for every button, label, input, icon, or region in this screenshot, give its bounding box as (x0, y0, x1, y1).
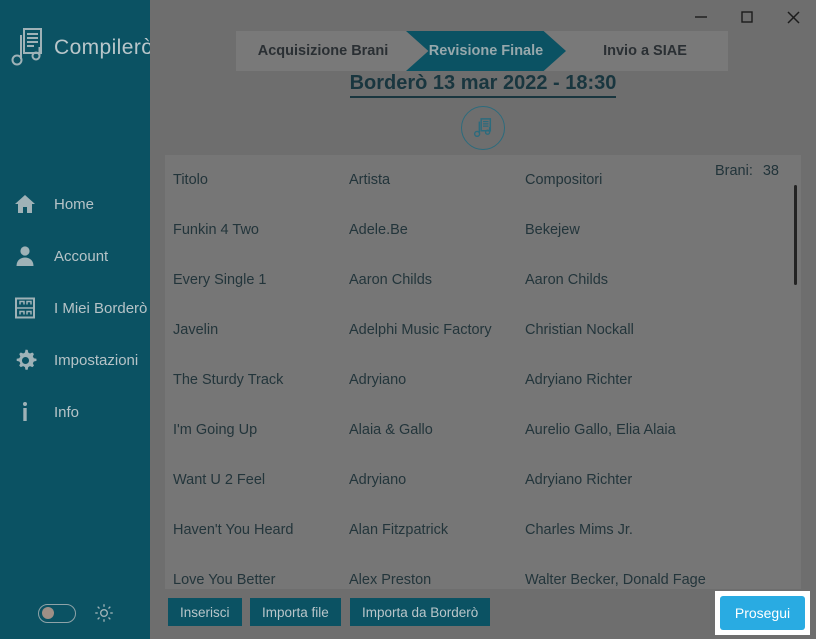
cell-compositori: Christian Nockall (525, 322, 634, 338)
info-icon (12, 399, 38, 425)
songs-table-panel: Titolo Artista Compositori Brani: 38 Fun… (165, 155, 801, 589)
sidebar-item-info[interactable]: Info (0, 386, 150, 438)
table-row[interactable]: The Sturdy Track Adryiano Adryiano Richt… (165, 355, 801, 405)
cell-compositori: Aurelio Gallo, Elia Alaia (525, 422, 676, 438)
inserisci-button[interactable]: Inserisci (168, 598, 242, 626)
importa-file-button[interactable]: Importa file (250, 598, 341, 626)
table-scrollbar[interactable] (791, 181, 799, 587)
column-header-artista: Artista (349, 172, 391, 188)
cell-titolo: The Sturdy Track (173, 372, 284, 388)
cell-artista: Alan Fitzpatrick (349, 522, 449, 538)
cell-compositori: Charles Mims Jr. (525, 522, 633, 538)
sidebar-item-label: I Miei Borderò (54, 299, 148, 317)
cell-artista: Alex Preston (349, 572, 432, 588)
prosegui-focus-frame: Prosegui (715, 591, 810, 635)
sidebar-item-account[interactable]: Account (0, 230, 150, 282)
cell-artista: Adelphi Music Factory (349, 322, 492, 338)
song-count-label: Brani: (714, 163, 753, 179)
cell-artista: Aaron Childs (349, 272, 433, 288)
cell-titolo: Every Single 1 (173, 272, 267, 288)
page-title-text: Borderò 13 mar 2022 - 18:30 (349, 72, 617, 98)
step-label: Revisione Finale (428, 43, 544, 59)
cell-titolo: Haven't You Heard (173, 522, 294, 538)
app-window: Compilerò Home Account I Miei Borderò Im… (0, 0, 816, 639)
step-acquisizione-brani[interactable]: Acquisizione Brani (236, 31, 410, 71)
sidebar-item-label: Impostazioni (54, 351, 139, 369)
sidebar-item-home[interactable]: Home (0, 178, 150, 230)
table-row[interactable]: Funkin 4 Two Adele.Be Bekejew (165, 205, 801, 255)
home-icon (12, 191, 38, 217)
table-header-row: Titolo Artista Compositori (165, 155, 801, 205)
table-row[interactable]: I'm Going Up Alaia & Gallo Aurelio Gallo… (165, 405, 801, 455)
person-icon (12, 243, 38, 269)
sidebar-item-label: Account (54, 247, 109, 265)
close-icon[interactable] (770, 0, 816, 34)
step-invio-a-siae[interactable]: Invio a SIAE (562, 31, 728, 71)
music-note-badge-icon[interactable] (461, 106, 505, 150)
minimize-icon[interactable] (678, 0, 724, 34)
music-sheet-icon (12, 295, 38, 321)
importa-da-bordero-button[interactable]: Importa da Borderò (350, 598, 491, 626)
window-titlebar (150, 0, 816, 34)
sidebar-item-impostazioni[interactable]: Impostazioni (0, 334, 150, 386)
song-count-value: 38 (762, 163, 779, 179)
sidebar: Compilerò Home Account I Miei Borderò Im… (0, 0, 154, 639)
cell-compositori: Bekejew (525, 222, 580, 238)
cell-titolo: Want U 2 Feel (173, 472, 266, 488)
gear-icon (12, 347, 38, 373)
table-row[interactable]: Want U 2 Feel Adryiano Adryiano Richter (165, 455, 801, 505)
page-title: Borderò 13 mar 2022 - 18:30 (150, 72, 816, 98)
table-row[interactable]: Love You Better Alex Preston Walter Beck… (165, 555, 801, 589)
step-label: Invio a SIAE (603, 43, 687, 59)
prosegui-button[interactable]: Prosegui (720, 596, 805, 630)
table-row[interactable]: Haven't You Heard Alan Fitzpatrick Charl… (165, 505, 801, 555)
cell-artista: Adele.Be (349, 222, 408, 238)
table-row[interactable]: Every Single 1 Aaron Childs Aaron Childs (165, 255, 801, 305)
theme-toggle[interactable] (38, 603, 76, 623)
cell-compositori: Adryiano Richter (525, 372, 633, 388)
sidebar-item-label: Home (54, 195, 95, 213)
scrollbar-thumb[interactable] (794, 185, 797, 285)
sidebar-item-label: Info (54, 403, 80, 421)
song-count: Brani: 38 (715, 163, 779, 179)
main-content: Acquisizione Brani Revisione Finale Invi… (150, 0, 816, 639)
sidebar-nav: Home Account I Miei Borderò Impostazioni… (0, 178, 150, 438)
column-header-titolo: Titolo (173, 172, 208, 188)
cell-compositori: Aaron Childs (525, 272, 609, 288)
brand-name: Compilerò (54, 36, 154, 59)
sidebar-footer (0, 587, 150, 639)
step-indicator: Acquisizione Brani Revisione Finale Invi… (236, 31, 728, 71)
sun-icon[interactable] (94, 603, 114, 623)
sidebar-item-i-miei-bordero[interactable]: I Miei Borderò (0, 282, 150, 334)
cell-titolo: I'm Going Up (173, 422, 258, 438)
table-row[interactable]: Javelin Adelphi Music Factory Christian … (165, 305, 801, 355)
step-revisione-finale[interactable]: Revisione Finale (406, 31, 566, 71)
maximize-icon[interactable] (724, 0, 770, 34)
action-button-bar: Inserisci Importa file Importa da Border… (150, 589, 816, 639)
cell-titolo: Love You Better (173, 572, 276, 588)
cell-compositori: Adryiano Richter (525, 472, 633, 488)
cell-artista: Alaia & Gallo (349, 422, 433, 438)
cell-artista: Adryiano (349, 472, 407, 488)
step-label: Acquisizione Brani (257, 43, 389, 59)
cell-compositori: Walter Becker, Donald Fage (525, 572, 706, 588)
toggle-knob (42, 607, 54, 619)
music-sheet-icon (8, 25, 48, 71)
cell-titolo: Funkin 4 Two (173, 222, 259, 238)
cell-artista: Adryiano (349, 372, 407, 388)
brand-logo: Compilerò (0, 0, 154, 96)
cell-titolo: Javelin (173, 322, 219, 338)
